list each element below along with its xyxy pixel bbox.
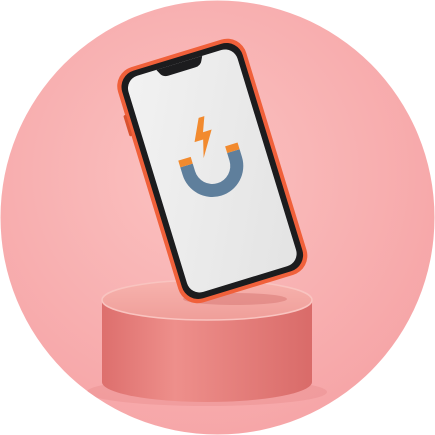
phone-on-pedestal-scene: [0, 0, 435, 435]
product-illustration: [0, 0, 435, 435]
